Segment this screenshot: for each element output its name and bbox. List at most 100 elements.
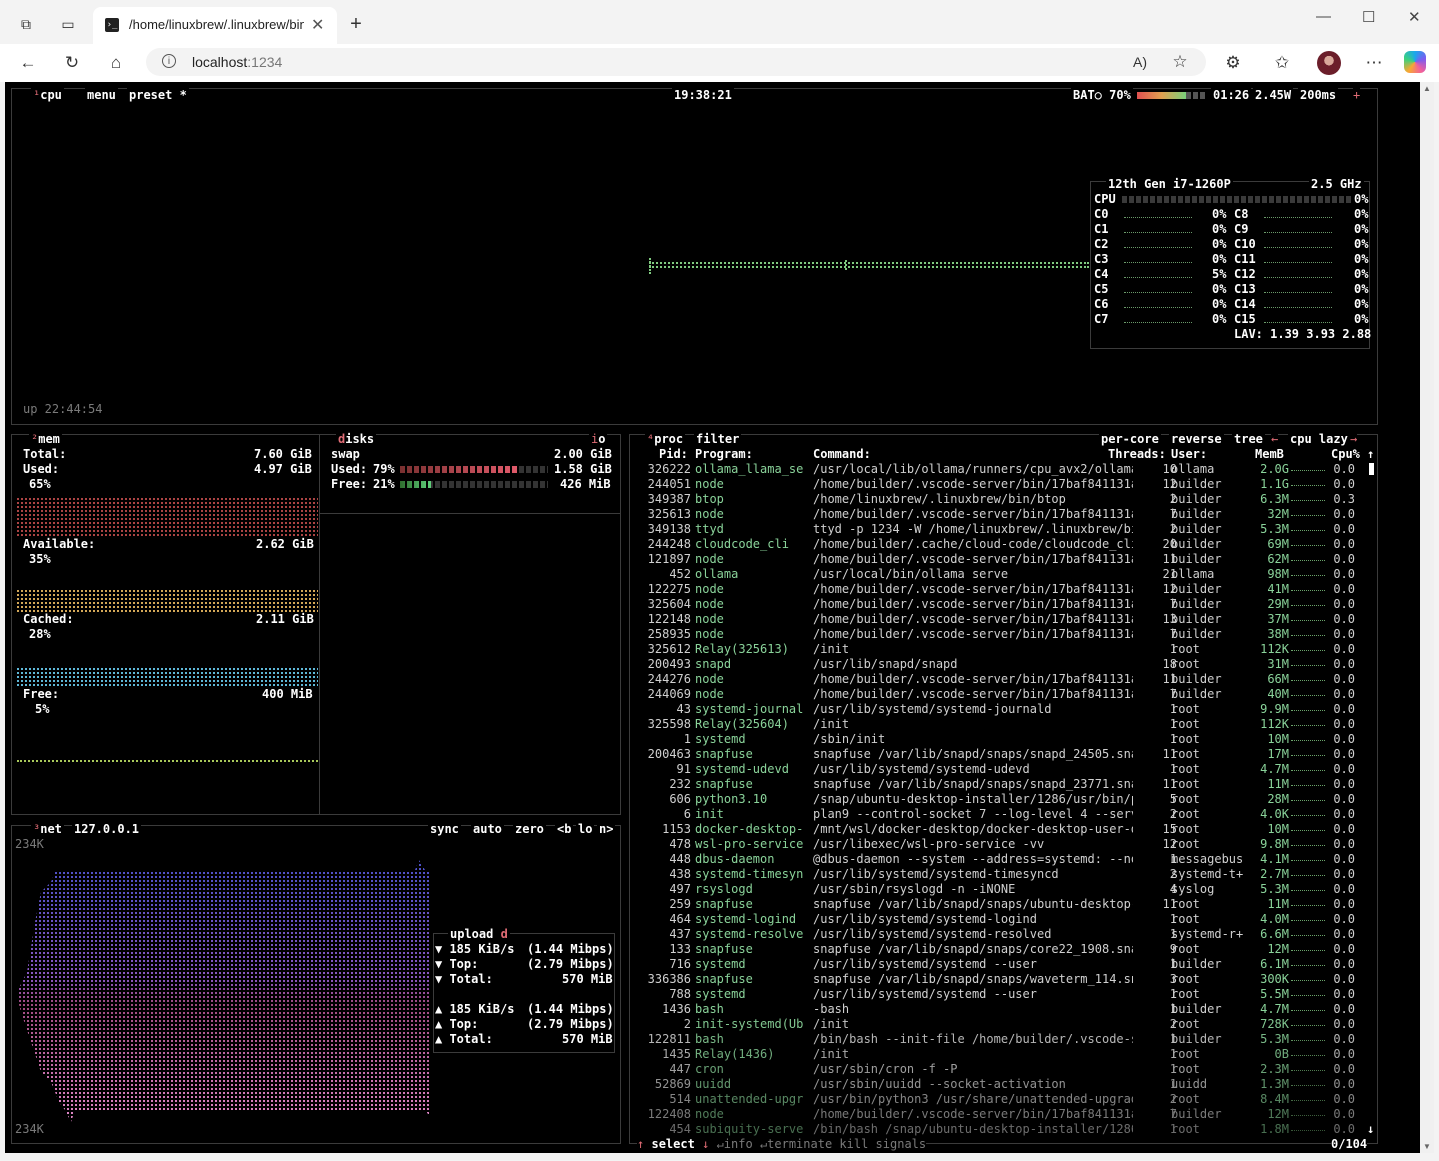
process-row[interactable]: 437 systemd-resolve/usr/lib/systemd/syste… <box>635 927 1370 942</box>
select-up-icon[interactable]: ↑ <box>637 1137 644 1151</box>
process-row[interactable]: 1435 Relay(1436)/init 1 root 0B 0.0 <box>635 1047 1370 1062</box>
scroll-down-icon[interactable]: ↓ <box>1367 1122 1374 1137</box>
process-row[interactable]: 325604 node/home/builder/.vscode-server/b… <box>635 597 1370 612</box>
process-row[interactable]: 2 init-systemd(Ub/init 2 root 728K 0.0 <box>635 1017 1370 1032</box>
header-program[interactable]: Program: <box>695 447 753 462</box>
header-mem[interactable]: MemB <box>1255 447 1284 462</box>
process-row[interactable]: 478 wsl-pro-service/usr/libexec/wsl-pro-s… <box>635 837 1370 852</box>
close-window-button[interactable]: ✕ <box>1408 8 1421 26</box>
close-tab-icon[interactable]: ✕ <box>311 15 324 35</box>
process-row[interactable]: 497 rsyslogd/usr/sbin/rsyslogd -n -iNONE 4… <box>635 882 1370 897</box>
interval-increase-icon[interactable]: + <box>1353 88 1361 103</box>
info-button-icon[interactable]: ↵ <box>717 1137 724 1151</box>
upload-title[interactable]: upload d <box>448 927 510 942</box>
process-row[interactable]: 121897 node/home/builder/.vscode-server/b… <box>635 552 1370 567</box>
process-row[interactable]: 244276 node/home/builder/.vscode-server/b… <box>635 672 1370 687</box>
terminal-viewport[interactable]: ¹cpu menu preset * 19:38:21 BAT○ 70% 01:… <box>5 82 1420 1153</box>
process-row[interactable]: 244069 node/home/builder/.vscode-server/b… <box>635 687 1370 702</box>
scrollbar-down-icon[interactable]: ▼ <box>1423 1142 1431 1151</box>
address-text[interactable]: localhost:1234 <box>192 54 282 70</box>
cpu-title[interactable]: ¹cpu <box>31 88 64 103</box>
process-row[interactable]: 232 snapfuse snapfuse /var/lib/snapd/snaps… <box>635 777 1370 792</box>
update-interval[interactable]: 200ms <box>1298 88 1339 103</box>
menu-button[interactable]: menu <box>85 88 118 103</box>
favorites-icon[interactable]: ✩ <box>1270 51 1294 75</box>
terminate-button[interactable]: terminate <box>767 1137 832 1151</box>
process-row[interactable]: 336386 snapfuse snapfuse /var/lib/snapd/sn… <box>635 972 1370 987</box>
proc-title[interactable]: ⁴proc <box>645 432 686 447</box>
process-row[interactable]: 244248 cloudcode_cli/home/builder/.cache/… <box>635 537 1370 552</box>
select-button[interactable]: select <box>651 1137 694 1151</box>
header-command[interactable]: Command: <box>813 447 871 462</box>
header-pid[interactable]: Pid: <box>659 447 688 462</box>
process-row[interactable]: 52869 uuidd/usr/sbin/uuidd --socket-activ… <box>635 1077 1370 1092</box>
profile-avatar[interactable] <box>1317 51 1341 75</box>
more-icon[interactable]: ⋯ <box>1362 51 1386 75</box>
home-icon[interactable]: ⌂ <box>104 51 128 75</box>
process-row[interactable]: 464 systemd-logind/usr/lib/systemd/system… <box>635 912 1370 927</box>
process-row[interactable]: 200463 snapfuse snapfuse /var/lib/snapd/sn… <box>635 747 1370 762</box>
header-user[interactable]: User: <box>1171 447 1207 462</box>
process-row[interactable]: 447 cron/usr/sbin/cron -f -P 1 root 2.3M 0.0 <box>635 1062 1370 1077</box>
scroll-up-icon[interactable]: ↑ <box>1367 447 1374 462</box>
process-row[interactable]: 200493 snapd/usr/lib/snapd/snapd 18 root 31M… <box>635 657 1370 672</box>
process-row[interactable]: 122408 node/home/builder/.vscode-server/b… <box>635 1107 1370 1122</box>
process-row[interactable]: 454 subiquity-serve/bin/bash /snap/ubuntu… <box>635 1122 1370 1137</box>
preset-button[interactable]: preset * <box>127 88 189 103</box>
process-row[interactable]: 1153 docker-desktop- /mnt/wsl/docker-deskt… <box>635 822 1370 837</box>
process-row[interactable]: 1436 bash -bash 1 builder 4.7M 0.0 <box>635 1002 1370 1017</box>
favorite-star-icon[interactable]: ☆ <box>1168 50 1192 74</box>
process-row[interactable]: 258935 node/home/builder/.vscode-server/b… <box>635 627 1370 642</box>
header-threads[interactable]: Threads: <box>1108 447 1166 462</box>
mem-title[interactable]: ²mem <box>29 432 62 447</box>
info-icon[interactable]: i <box>162 54 176 68</box>
tab-actions-icon[interactable]: ▭ <box>56 12 80 36</box>
process-row[interactable]: 325613 node/home/builder/.vscode-server/b… <box>635 507 1370 522</box>
net-prev-interface[interactable]: <b <box>555 822 574 837</box>
process-row[interactable]: 122811 bash/bin/bash --init-file /home/bu… <box>635 1032 1370 1047</box>
process-row[interactable]: 326222 ollama_llama_se/usr/local/lib/olla… <box>635 462 1370 477</box>
process-row[interactable]: 514 unattended-upgr/usr/bin/python3 /usr/… <box>635 1092 1370 1107</box>
process-row[interactable]: 448 dbus-daemon @dbus-daemon --system --ad… <box>635 852 1370 867</box>
signals-button[interactable]: signals <box>876 1137 927 1151</box>
io-toggle[interactable]: io <box>589 432 608 447</box>
net-sync-toggle[interactable]: sync <box>428 822 461 837</box>
new-tab-icon[interactable]: + <box>344 12 368 36</box>
process-row[interactable]: 325612 Relay(325613)/init 1 root 112K 0.0 <box>635 642 1370 657</box>
process-row[interactable]: 349138 ttyd ttyd -p 1234 -W /home/linuxbre… <box>635 522 1370 537</box>
process-row[interactable]: 43 systemd-journal/usr/lib/systemd/system… <box>635 702 1370 717</box>
browser-tab[interactable]: ›_ /home/linuxbrew/.linuxbrew/bin/btop ✕ <box>93 7 337 44</box>
maximize-button[interactable]: ☐ <box>1362 8 1375 26</box>
net-next-interface[interactable]: n> <box>597 822 616 837</box>
process-row[interactable]: 91 systemd-udevd/usr/lib/systemd/systemd-… <box>635 762 1370 777</box>
sort-prev-icon[interactable]: ← <box>1271 432 1279 447</box>
reload-icon[interactable]: ↻ <box>60 51 84 75</box>
extensions-icon[interactable]: ⚙ <box>1221 51 1245 75</box>
process-row[interactable]: 6 init plan9 --control-socket 7 --log-leve… <box>635 807 1370 822</box>
process-row[interactable]: 1 systemd/sbin/init 1 root 10M 0.0 <box>635 732 1370 747</box>
process-row[interactable]: 244051 node/home/builder/.vscode-server/b… <box>635 477 1370 492</box>
process-row[interactable]: 788 systemd/usr/lib/systemd/systemd --use… <box>635 987 1370 1002</box>
process-row[interactable]: 325598 Relay(325604)/init 1 root 112K 0.0 <box>635 717 1370 732</box>
sort-field[interactable]: cpu lazy <box>1288 432 1350 447</box>
net-zero-toggle[interactable]: zero <box>513 822 546 837</box>
info-button[interactable]: info <box>724 1137 753 1151</box>
back-icon[interactable]: ← <box>16 51 40 75</box>
tree-toggle[interactable]: tree <box>1232 432 1265 447</box>
process-row[interactable]: 122148 node/home/builder/.vscode-server/b… <box>635 612 1370 627</box>
process-row[interactable]: 606 python3.10/snap/ubuntu-desktop-instal… <box>635 792 1370 807</box>
page-scrollbar[interactable]: ▲ ▼ <box>1420 82 1434 1153</box>
process-row[interactable]: 122275 node/home/builder/.vscode-server/b… <box>635 582 1370 597</box>
minimize-button[interactable]: — <box>1316 8 1331 25</box>
process-row[interactable]: 133 snapfuse snapfuse /var/lib/snapd/snaps… <box>635 942 1370 957</box>
net-title[interactable]: ³net <box>31 822 64 837</box>
copilot-icon[interactable] <box>1404 51 1426 73</box>
select-down-icon[interactable]: ↓ <box>702 1137 709 1151</box>
kill-button[interactable]: kill <box>839 1137 868 1151</box>
proc-filter-button[interactable]: filter <box>694 432 742 447</box>
per-core-toggle[interactable]: per-core <box>1099 432 1161 447</box>
net-auto-toggle[interactable]: auto <box>471 822 504 837</box>
process-row[interactable]: 452 ollama/usr/local/bin/ollama serve 21 ol… <box>635 567 1370 582</box>
header-cpu[interactable]: Cpu% <box>1331 447 1360 462</box>
scrollbar-up-icon[interactable]: ▲ <box>1423 84 1431 93</box>
